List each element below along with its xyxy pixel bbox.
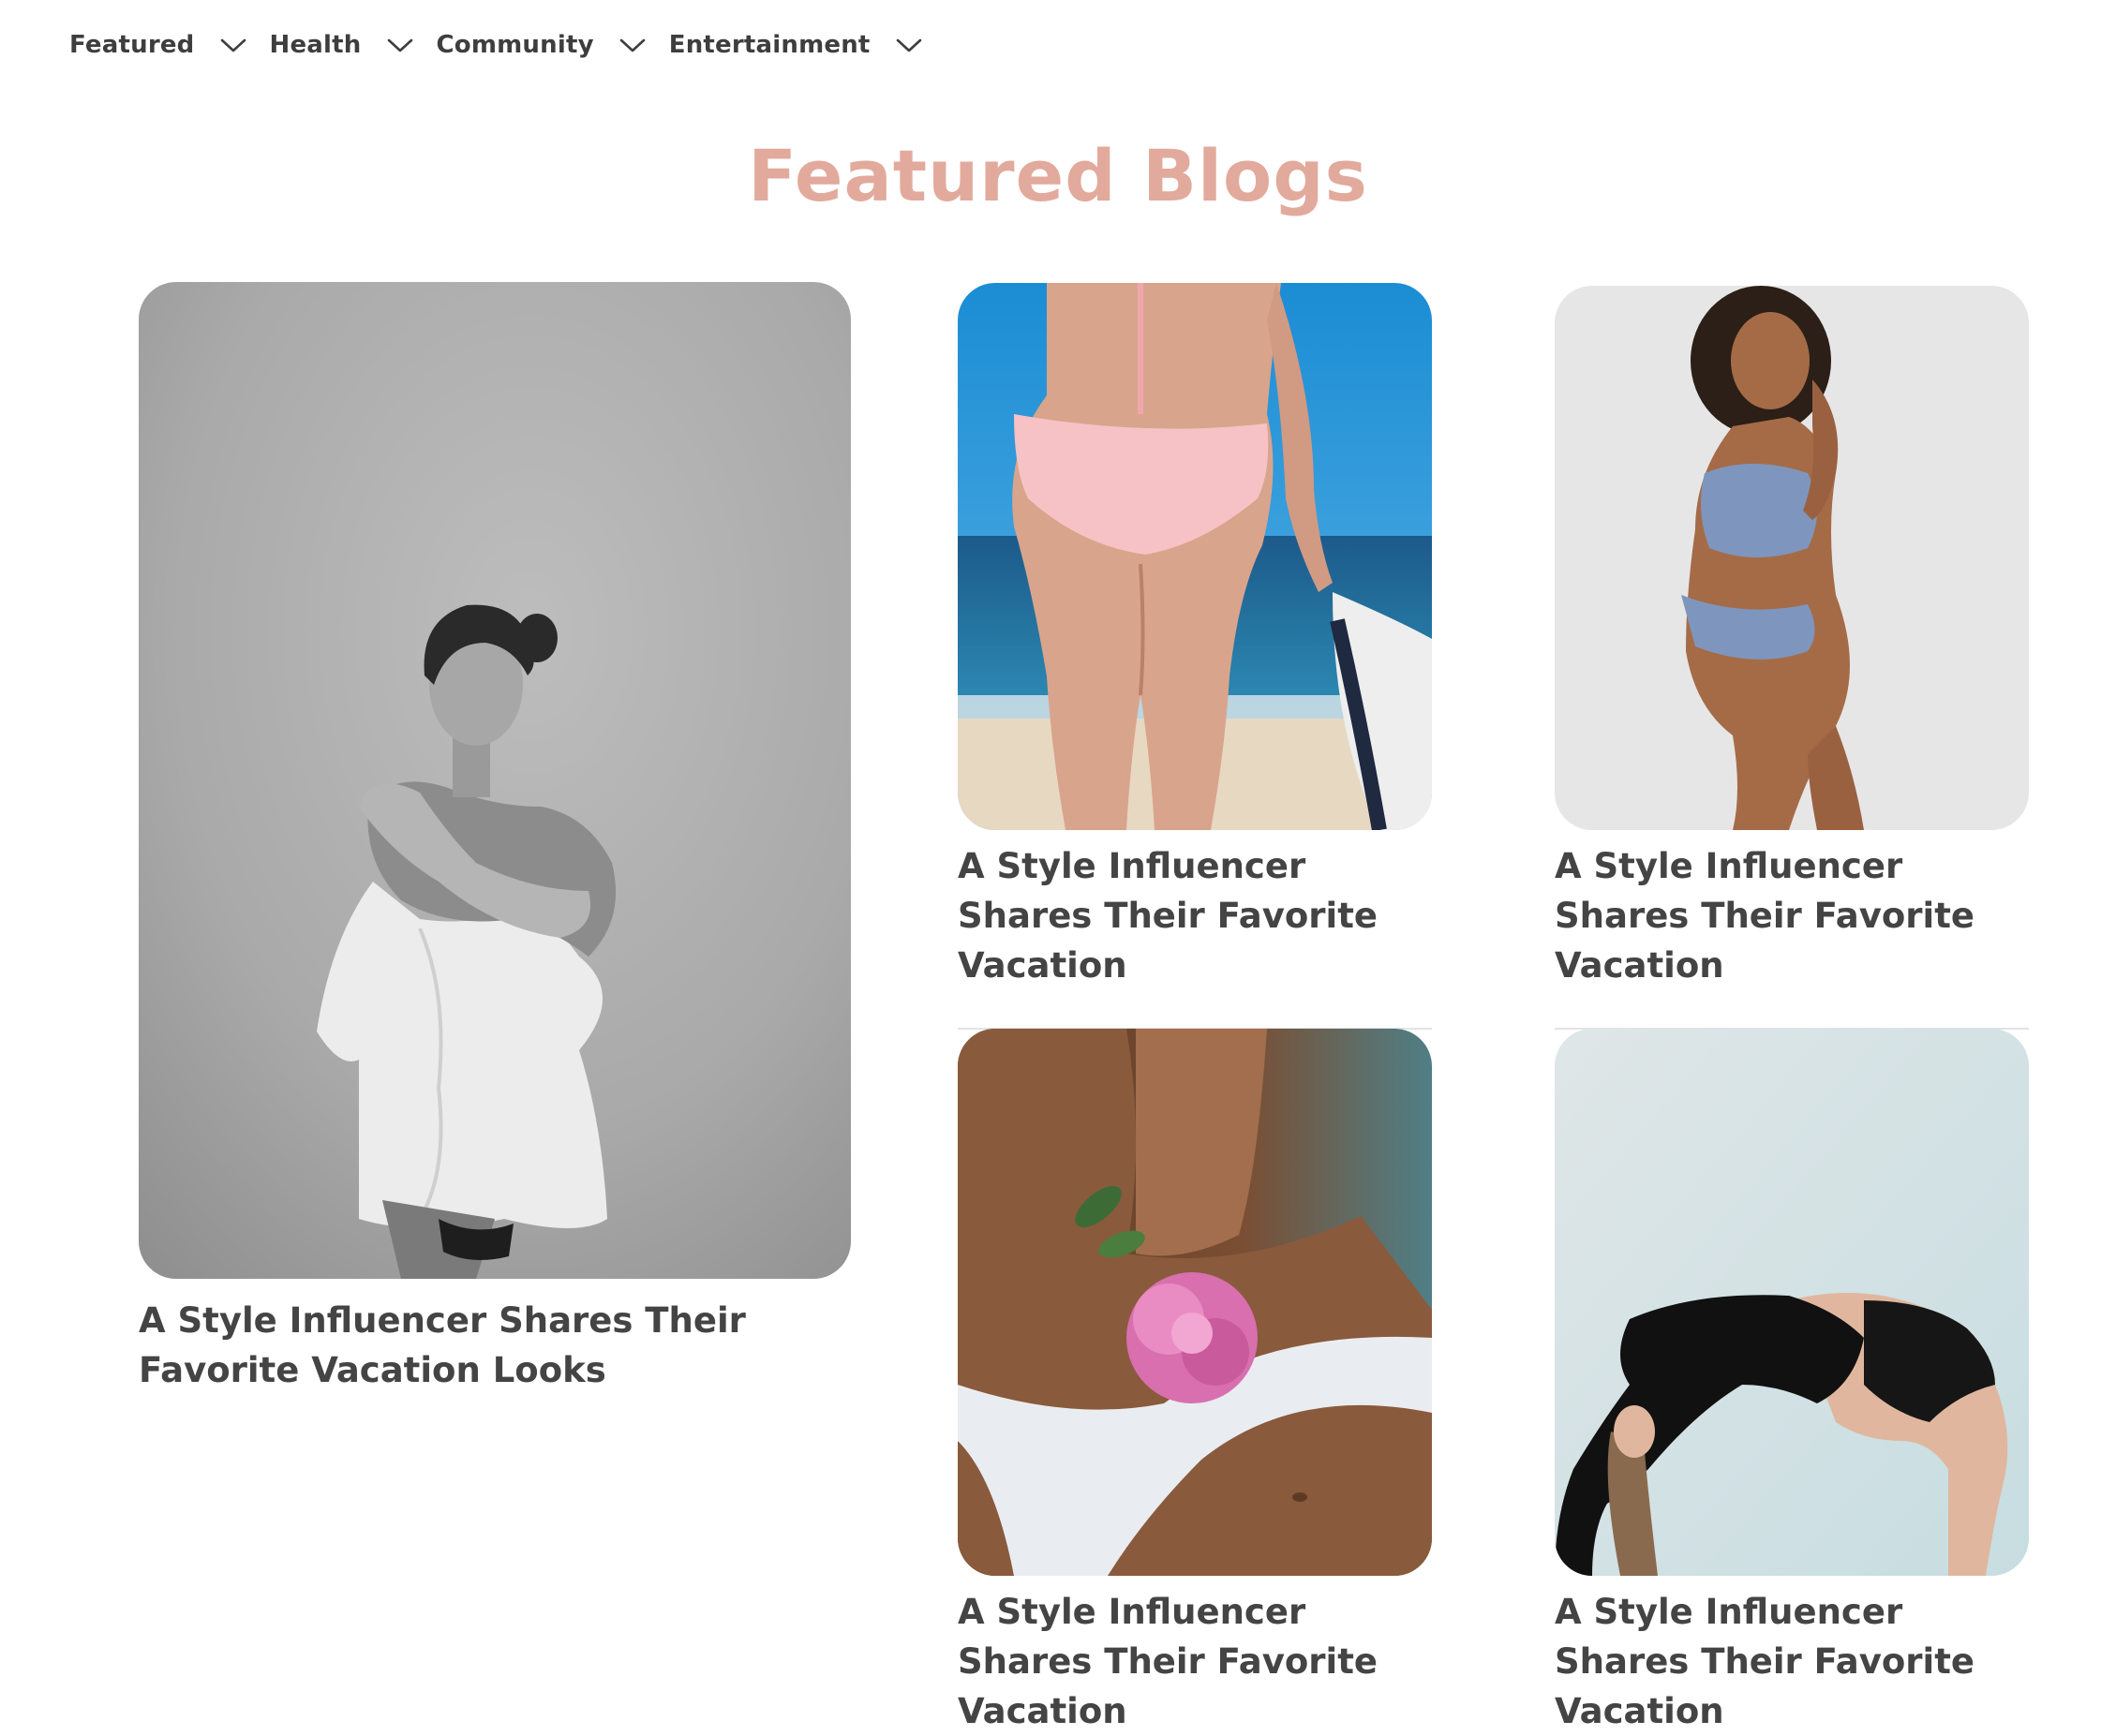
section-heading: Featured Blogs [748, 134, 1368, 217]
blog-card-title[interactable]: A Style Influencer Shares Their Favorite… [1555, 841, 2029, 990]
chevron-down-icon[interactable] [219, 36, 247, 54]
nav-item-community[interactable]: Community [437, 31, 669, 59]
top-nav: Featured Health Community Entertainment [69, 24, 946, 66]
blog-card-image[interactable] [139, 282, 851, 1279]
nav-item-label[interactable]: Featured [69, 31, 195, 59]
nav-item-label[interactable]: Community [437, 31, 594, 59]
chevron-down-icon[interactable] [386, 36, 414, 54]
nav-item-health[interactable]: Health [270, 31, 437, 59]
chevron-down-icon[interactable] [618, 36, 647, 54]
nav-item-featured[interactable]: Featured [69, 31, 270, 59]
blog-card-title[interactable]: A Style Influencer Shares Their Favorite… [958, 841, 1432, 990]
nav-item-label[interactable]: Entertainment [669, 31, 871, 59]
blog-card-title[interactable]: A Style Influencer Shares Their Favorite… [1555, 1587, 2029, 1736]
blog-card-image[interactable] [958, 1029, 1432, 1576]
blog-card-title[interactable]: A Style Influencer Shares Their Favorite… [958, 1587, 1432, 1736]
blog-card-image[interactable] [1555, 286, 2029, 830]
chevron-down-icon[interactable] [895, 36, 923, 54]
nav-item-label[interactable]: Health [270, 31, 362, 59]
blog-card-image[interactable] [958, 283, 1432, 830]
blog-card-image[interactable] [1555, 1029, 2029, 1576]
nav-item-entertainment[interactable]: Entertainment [669, 31, 946, 59]
blog-card-title[interactable]: A Style Influencer Shares Their Favorite… [139, 1296, 851, 1395]
